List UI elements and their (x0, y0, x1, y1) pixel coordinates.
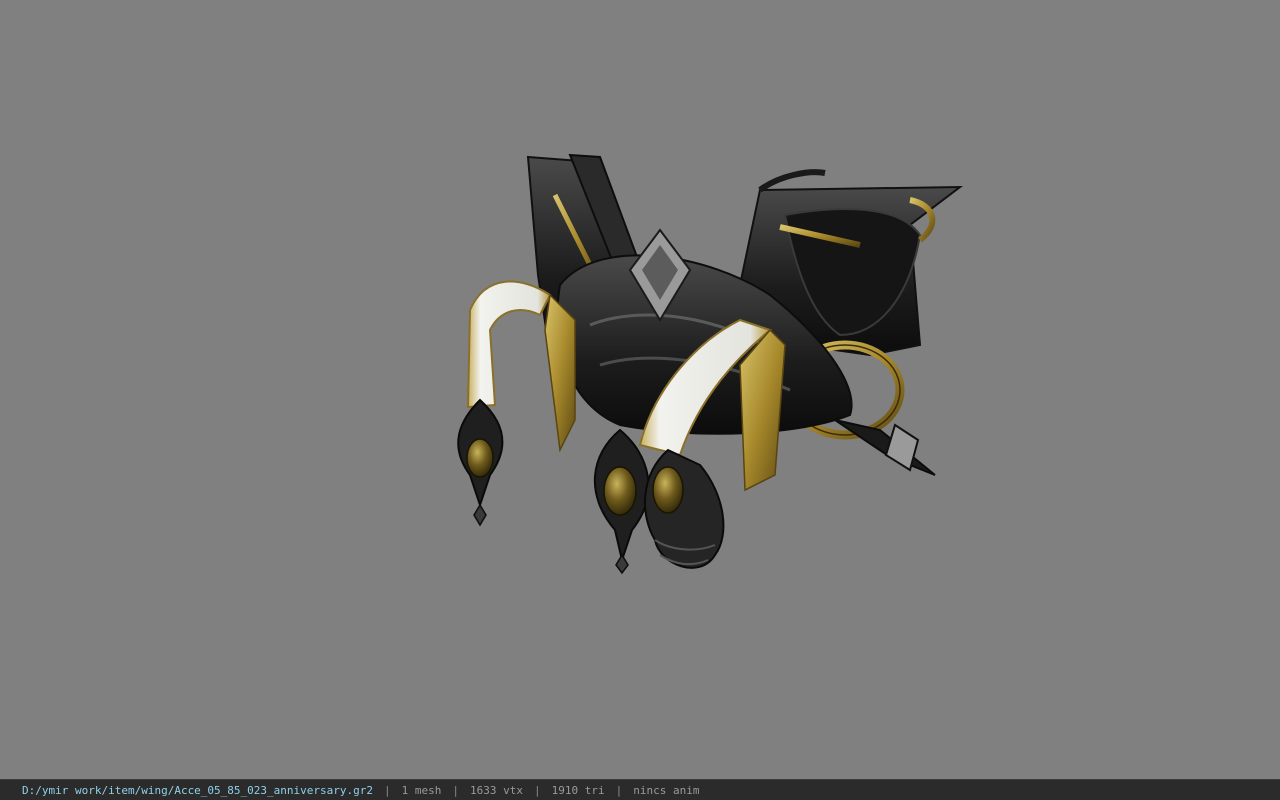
status-bar: D:/ymir work/item/wing/Acce_05_85_023_an… (0, 779, 1280, 800)
separator: | (452, 783, 459, 797)
mesh-count: 1 mesh (401, 783, 442, 797)
anim-status: nincs anim (633, 783, 700, 797)
separator: | (533, 783, 541, 797)
vertex-count: 1633 vtx (470, 783, 523, 797)
file-path: D:/ymir work/item/wing/Acce_05_85_023_an… (22, 783, 373, 797)
separator: | (384, 783, 391, 797)
triangle-count: 1910 tri (551, 783, 605, 797)
model-preview (457, 153, 964, 575)
separator: | (615, 783, 623, 797)
3d-viewport[interactable] (0, 0, 1280, 779)
